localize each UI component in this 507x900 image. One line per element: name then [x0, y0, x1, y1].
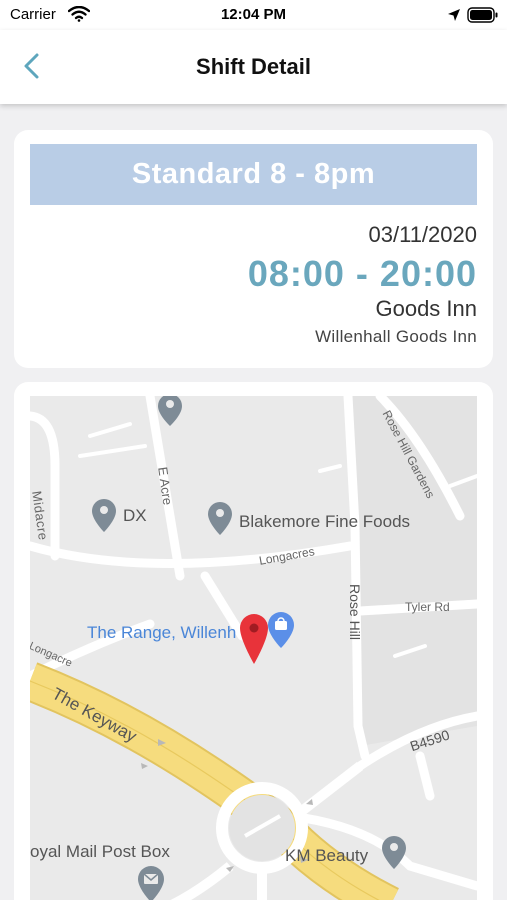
status-bar: Carrier 12:04 PM [0, 0, 507, 30]
page-title: Shift Detail [196, 54, 311, 79]
shift-name-banner: Standard 8 - 8pm [30, 144, 477, 205]
shift-date: 03/11/2020 [368, 222, 477, 247]
place-label-km-beauty[interactable]: KM Beauty [285, 846, 368, 866]
shift-location: Goods Inn [375, 296, 477, 321]
navigation-bar: Shift Detail [0, 30, 507, 104]
street-label-tyler-rd: Tyler Rd [405, 600, 450, 614]
status-time: 12:04 PM [220, 6, 287, 23]
place-label-post-box[interactable]: oyal Mail Post Box [30, 842, 170, 862]
place-label-blakemore[interactable]: Blakemore Fine Foods [239, 512, 410, 532]
map-card: Midacre E Acre Rose Hill Gardens Longacr… [14, 382, 493, 900]
shift-time-range: 08:00 - 20:00 [247, 253, 477, 294]
shift-card: Standard 8 - 8pm 03/11/2020 08:00 - 20:0… [14, 130, 493, 368]
battery-icon [467, 7, 498, 23]
map-view[interactable]: Midacre E Acre Rose Hill Gardens Longacr… [30, 396, 477, 900]
shift-site: Willenhall Goods Inn [315, 327, 477, 346]
street-label-rose-hill: Rose Hill [347, 584, 363, 641]
place-label-the-range[interactable]: The Range, Willenh [87, 623, 236, 643]
location-arrow-icon [448, 9, 460, 21]
place-label-dx[interactable]: DX [123, 506, 147, 526]
